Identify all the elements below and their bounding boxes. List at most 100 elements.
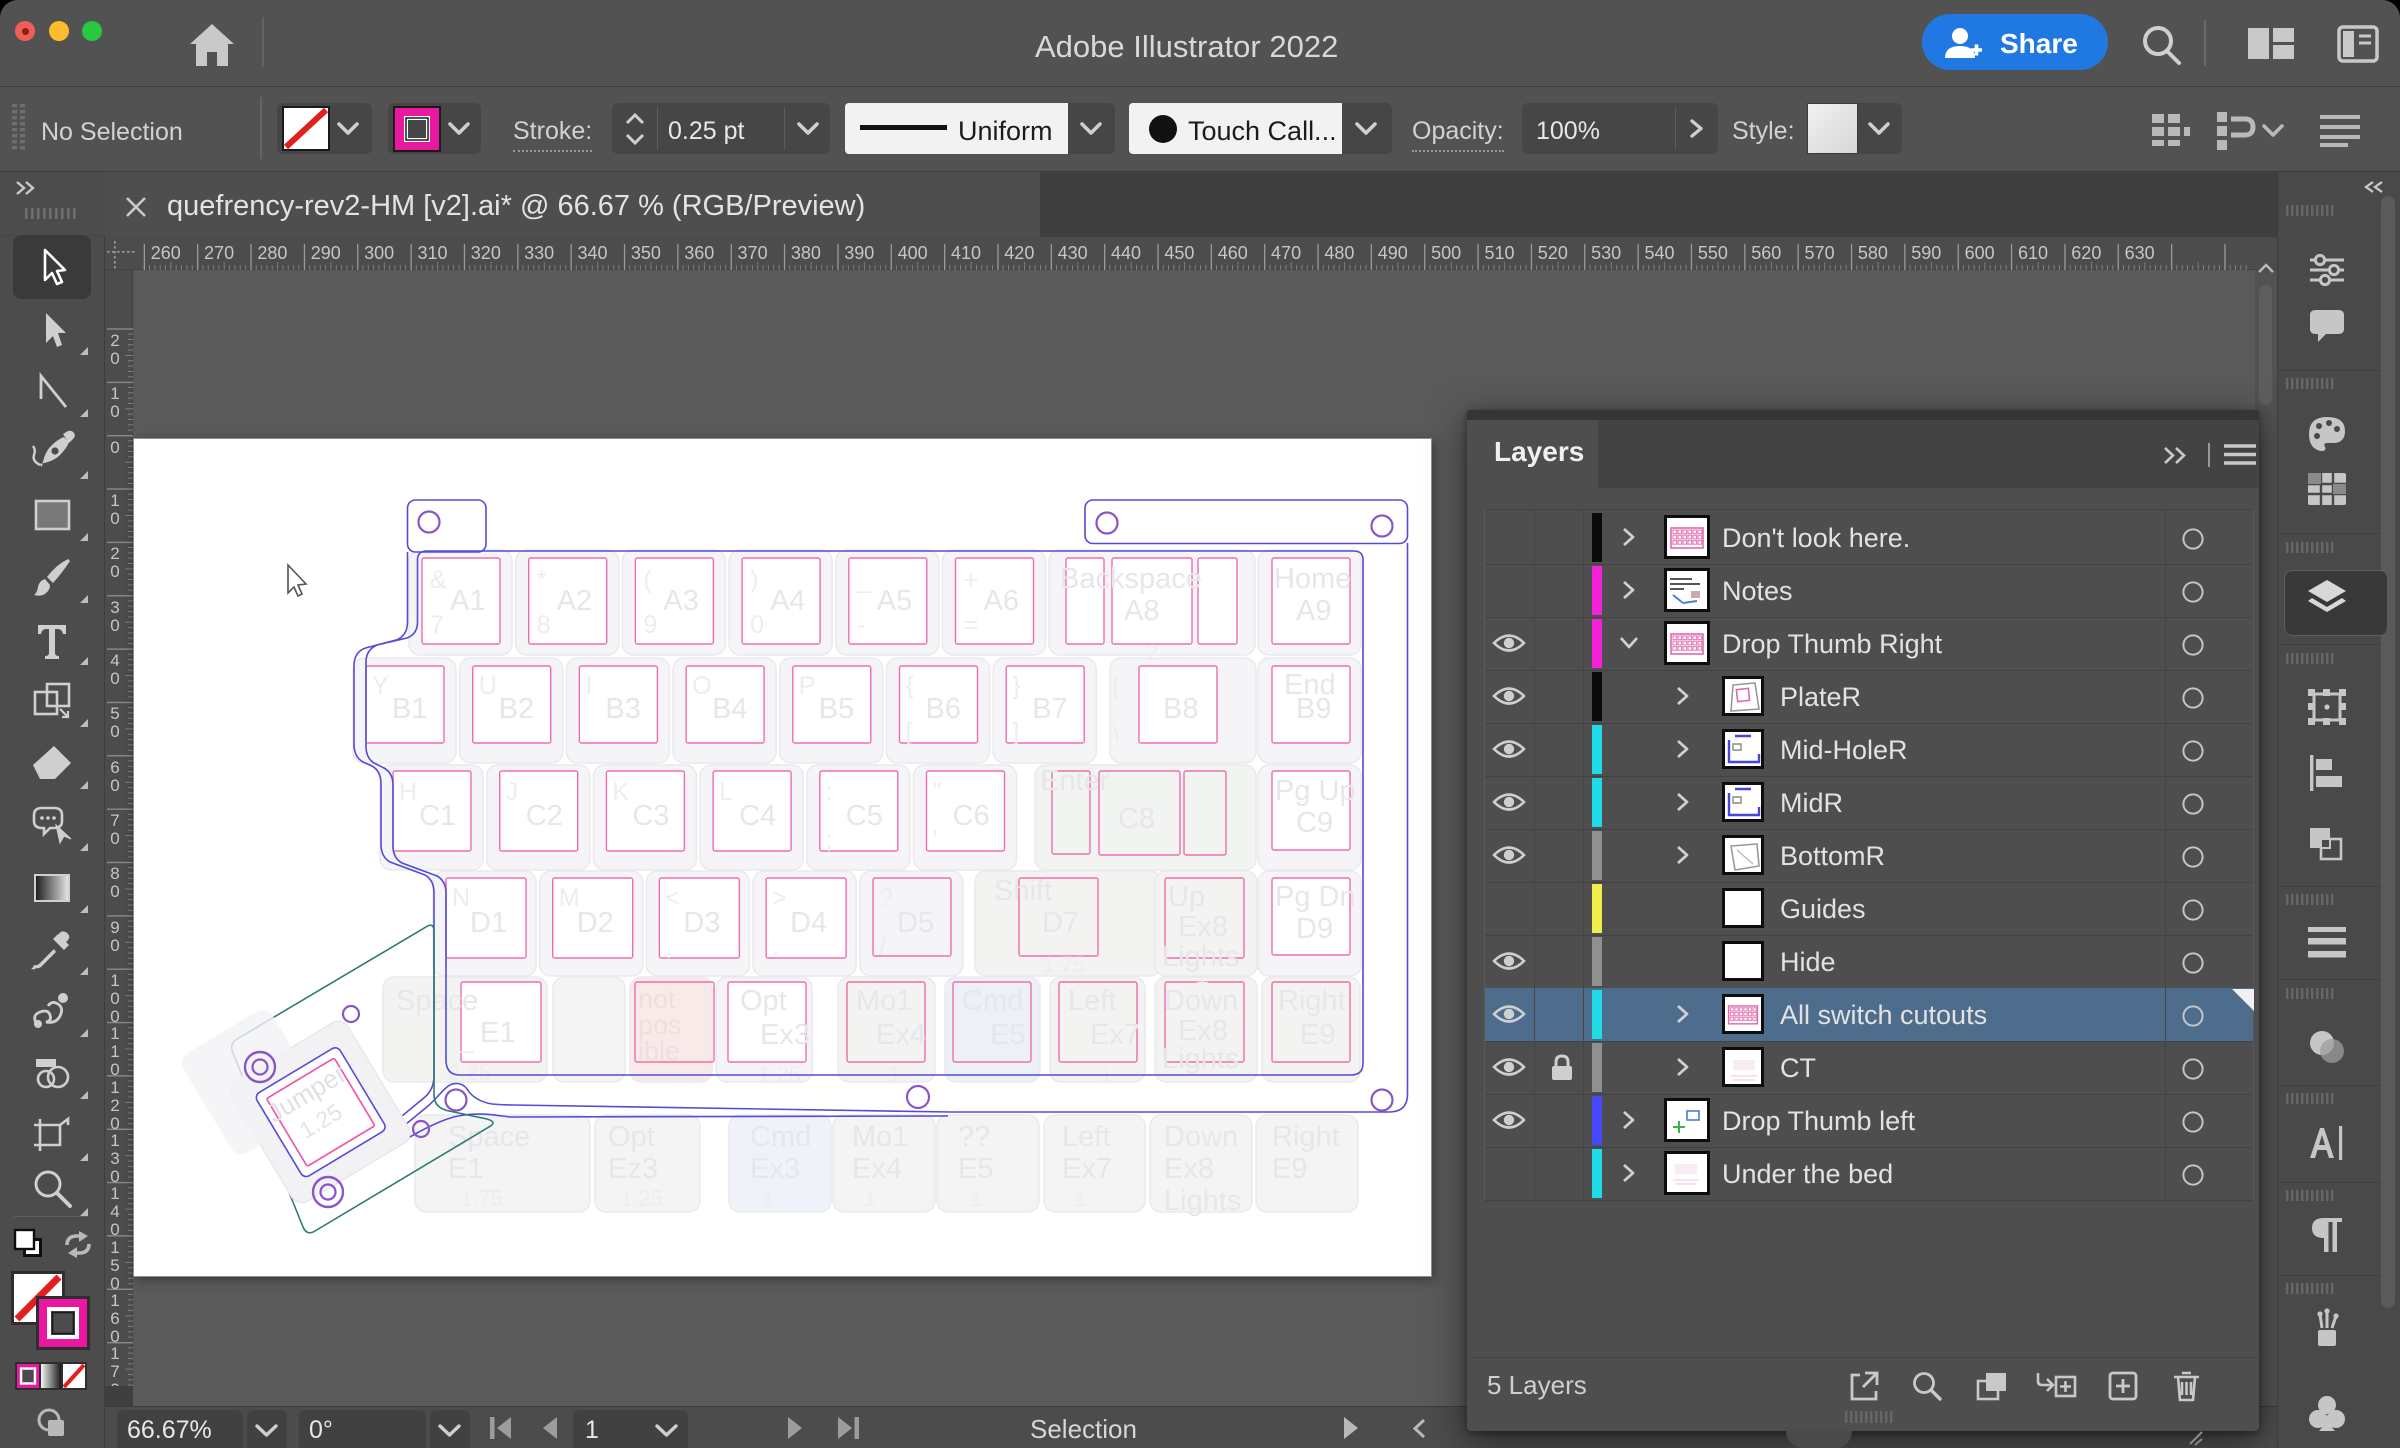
svg-text:|: | [1112,672,1119,700]
svg-text:A9: A9 [1296,595,1331,627]
svg-text:Y: Y [372,672,389,700]
svg-text:Mo1: Mo1 [852,1121,908,1153]
svg-text:Pg Up: Pg Up [1275,775,1356,807]
svg-text:Ex3: Ex3 [760,1019,810,1051]
svg-text:Lights: Lights [1162,1043,1239,1075]
svg-text:B3: B3 [605,693,640,725]
svg-text:Ez3: Ez3 [608,1153,658,1185]
svg-text:Left: Left [1068,985,1116,1017]
svg-text:Lights: Lights [1164,1185,1241,1217]
svg-text:C2: C2 [526,800,563,832]
svg-text:Space: Space [448,1121,530,1153]
svg-text:<: < [665,884,680,912]
svg-text:A2: A2 [557,585,592,617]
svg-text:B4: B4 [712,693,747,725]
svg-text:B1: B1 [392,693,427,725]
svg-text:D5: D5 [897,907,934,939]
svg-text:(: ( [643,566,652,594]
svg-text:A1: A1 [450,585,485,617]
svg-text:O: O [692,672,711,700]
svg-text:): ) [750,566,758,594]
svg-text:C5: C5 [846,800,883,832]
svg-text:Pg Dn: Pg Dn [1275,881,1356,913]
svg-text:{: { [906,672,914,700]
svg-text:Left: Left [1062,1121,1110,1153]
svg-text:B9: B9 [1296,693,1331,725]
svg-text:B5: B5 [819,693,854,725]
svg-text:Right: Right [1278,985,1346,1017]
svg-text:A4: A4 [770,585,805,617]
svg-text:": " [933,778,942,806]
svg-text:Up: Up [1168,881,1205,913]
svg-text:1: 1 [864,1186,876,1211]
svg-text:B6: B6 [926,693,961,725]
svg-text:&: & [430,566,447,594]
svg-text:—: — [478,1176,500,1201]
svg-text:;: ; [826,826,833,854]
svg-text:?: ? [879,884,893,912]
svg-text:P: P [799,672,816,700]
svg-text:Home: Home [1274,563,1351,595]
svg-text:Down: Down [1164,1121,1238,1153]
svg-text:Space: Space [396,985,478,1017]
svg-text:2: 2 [1146,640,1158,665]
svg-text:D2: D2 [577,907,614,939]
svg-text:.: . [772,933,779,961]
svg-text:E9: E9 [1272,1153,1307,1185]
svg-text:Ex7: Ex7 [1062,1153,1112,1185]
svg-text:??: ?? [958,1121,990,1153]
svg-text:>: > [772,884,787,912]
svg-text:E5: E5 [958,1153,993,1185]
svg-text:1: 1 [1074,1186,1086,1211]
svg-text:A5: A5 [877,585,912,617]
svg-text::: : [826,778,833,806]
svg-text:B7: B7 [1032,693,1067,725]
svg-text:1: 1 [762,1186,774,1211]
svg-text:Ex3: Ex3 [750,1153,800,1185]
svg-text:D1: D1 [470,907,507,939]
svg-text:H: H [399,778,417,806]
svg-text:_: _ [856,566,872,594]
svg-text:Down: Down [1164,985,1238,1017]
svg-text:Cmd: Cmd [750,1121,811,1153]
svg-text:C6: C6 [953,800,990,832]
svg-text:N: N [452,884,470,912]
svg-text:A8: A8 [1124,595,1159,627]
svg-text:U: U [479,672,497,700]
svg-text:Right: Right [1272,1121,1340,1153]
svg-text:E9: E9 [1300,1019,1335,1051]
svg-text:8: 8 [537,611,551,639]
svg-text:Lights: Lights [1162,941,1239,973]
svg-text:}: } [1012,672,1020,700]
svg-text:C3: C3 [632,800,669,832]
svg-text:Backspace: Backspace [1060,563,1202,595]
svg-text:7: 7 [430,611,444,639]
svg-text:Opt: Opt [740,985,787,1017]
svg-text:E5: E5 [990,1019,1025,1051]
svg-text:E1: E1 [480,1017,515,1049]
svg-text:Ex8: Ex8 [1178,911,1228,943]
svg-text:1.25: 1.25 [620,1186,663,1211]
svg-text:': ' [933,826,938,854]
svg-text:I: I [585,672,592,700]
svg-text:/: / [879,933,886,961]
svg-text:D9: D9 [1296,913,1333,945]
svg-text:Ex8: Ex8 [1164,1153,1214,1185]
svg-text:D3: D3 [683,907,720,939]
svg-text:B8: B8 [1163,693,1198,725]
svg-text:C8: C8 [1118,803,1155,835]
svg-text:Ex7: Ex7 [1090,1019,1140,1051]
svg-text:D4: D4 [790,907,827,939]
svg-text:B2: B2 [499,693,534,725]
svg-text:J: J [506,778,519,806]
svg-text:C9: C9 [1296,807,1333,839]
svg-text:=: = [964,611,979,639]
svg-text:D7: D7 [1042,907,1079,939]
svg-text:L: L [719,778,733,806]
svg-text:\: \ [1112,718,1119,746]
svg-text:A6: A6 [984,585,1019,617]
svg-text:ible: ible [638,1036,680,1066]
svg-text:]: ] [1012,718,1019,746]
svg-text:9: 9 [643,611,657,639]
svg-text:Shift: Shift [994,875,1052,907]
